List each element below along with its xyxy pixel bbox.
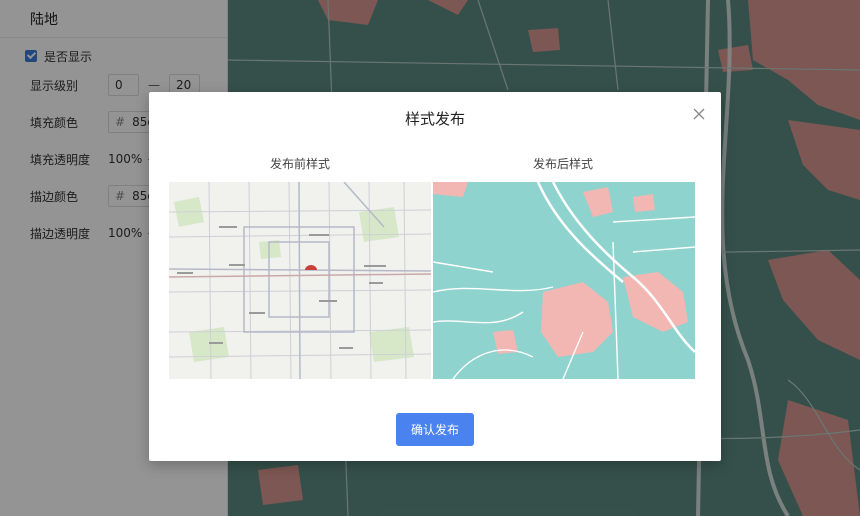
before-style-caption: 发布前样式: [269, 157, 330, 171]
close-icon[interactable]: [691, 106, 707, 122]
before-map-image: [169, 182, 431, 379]
after-style-preview: [433, 182, 695, 379]
dialog-title: 样式发布: [404, 110, 465, 128]
after-style-caption: 发布后样式: [532, 157, 593, 171]
after-map-image: [433, 182, 695, 379]
confirm-publish-button[interactable]: 确认发布: [396, 413, 474, 446]
publish-style-dialog: 样式发布 发布前样式 发布后样式 确认发布: [149, 92, 721, 461]
before-style-preview: [169, 182, 431, 379]
